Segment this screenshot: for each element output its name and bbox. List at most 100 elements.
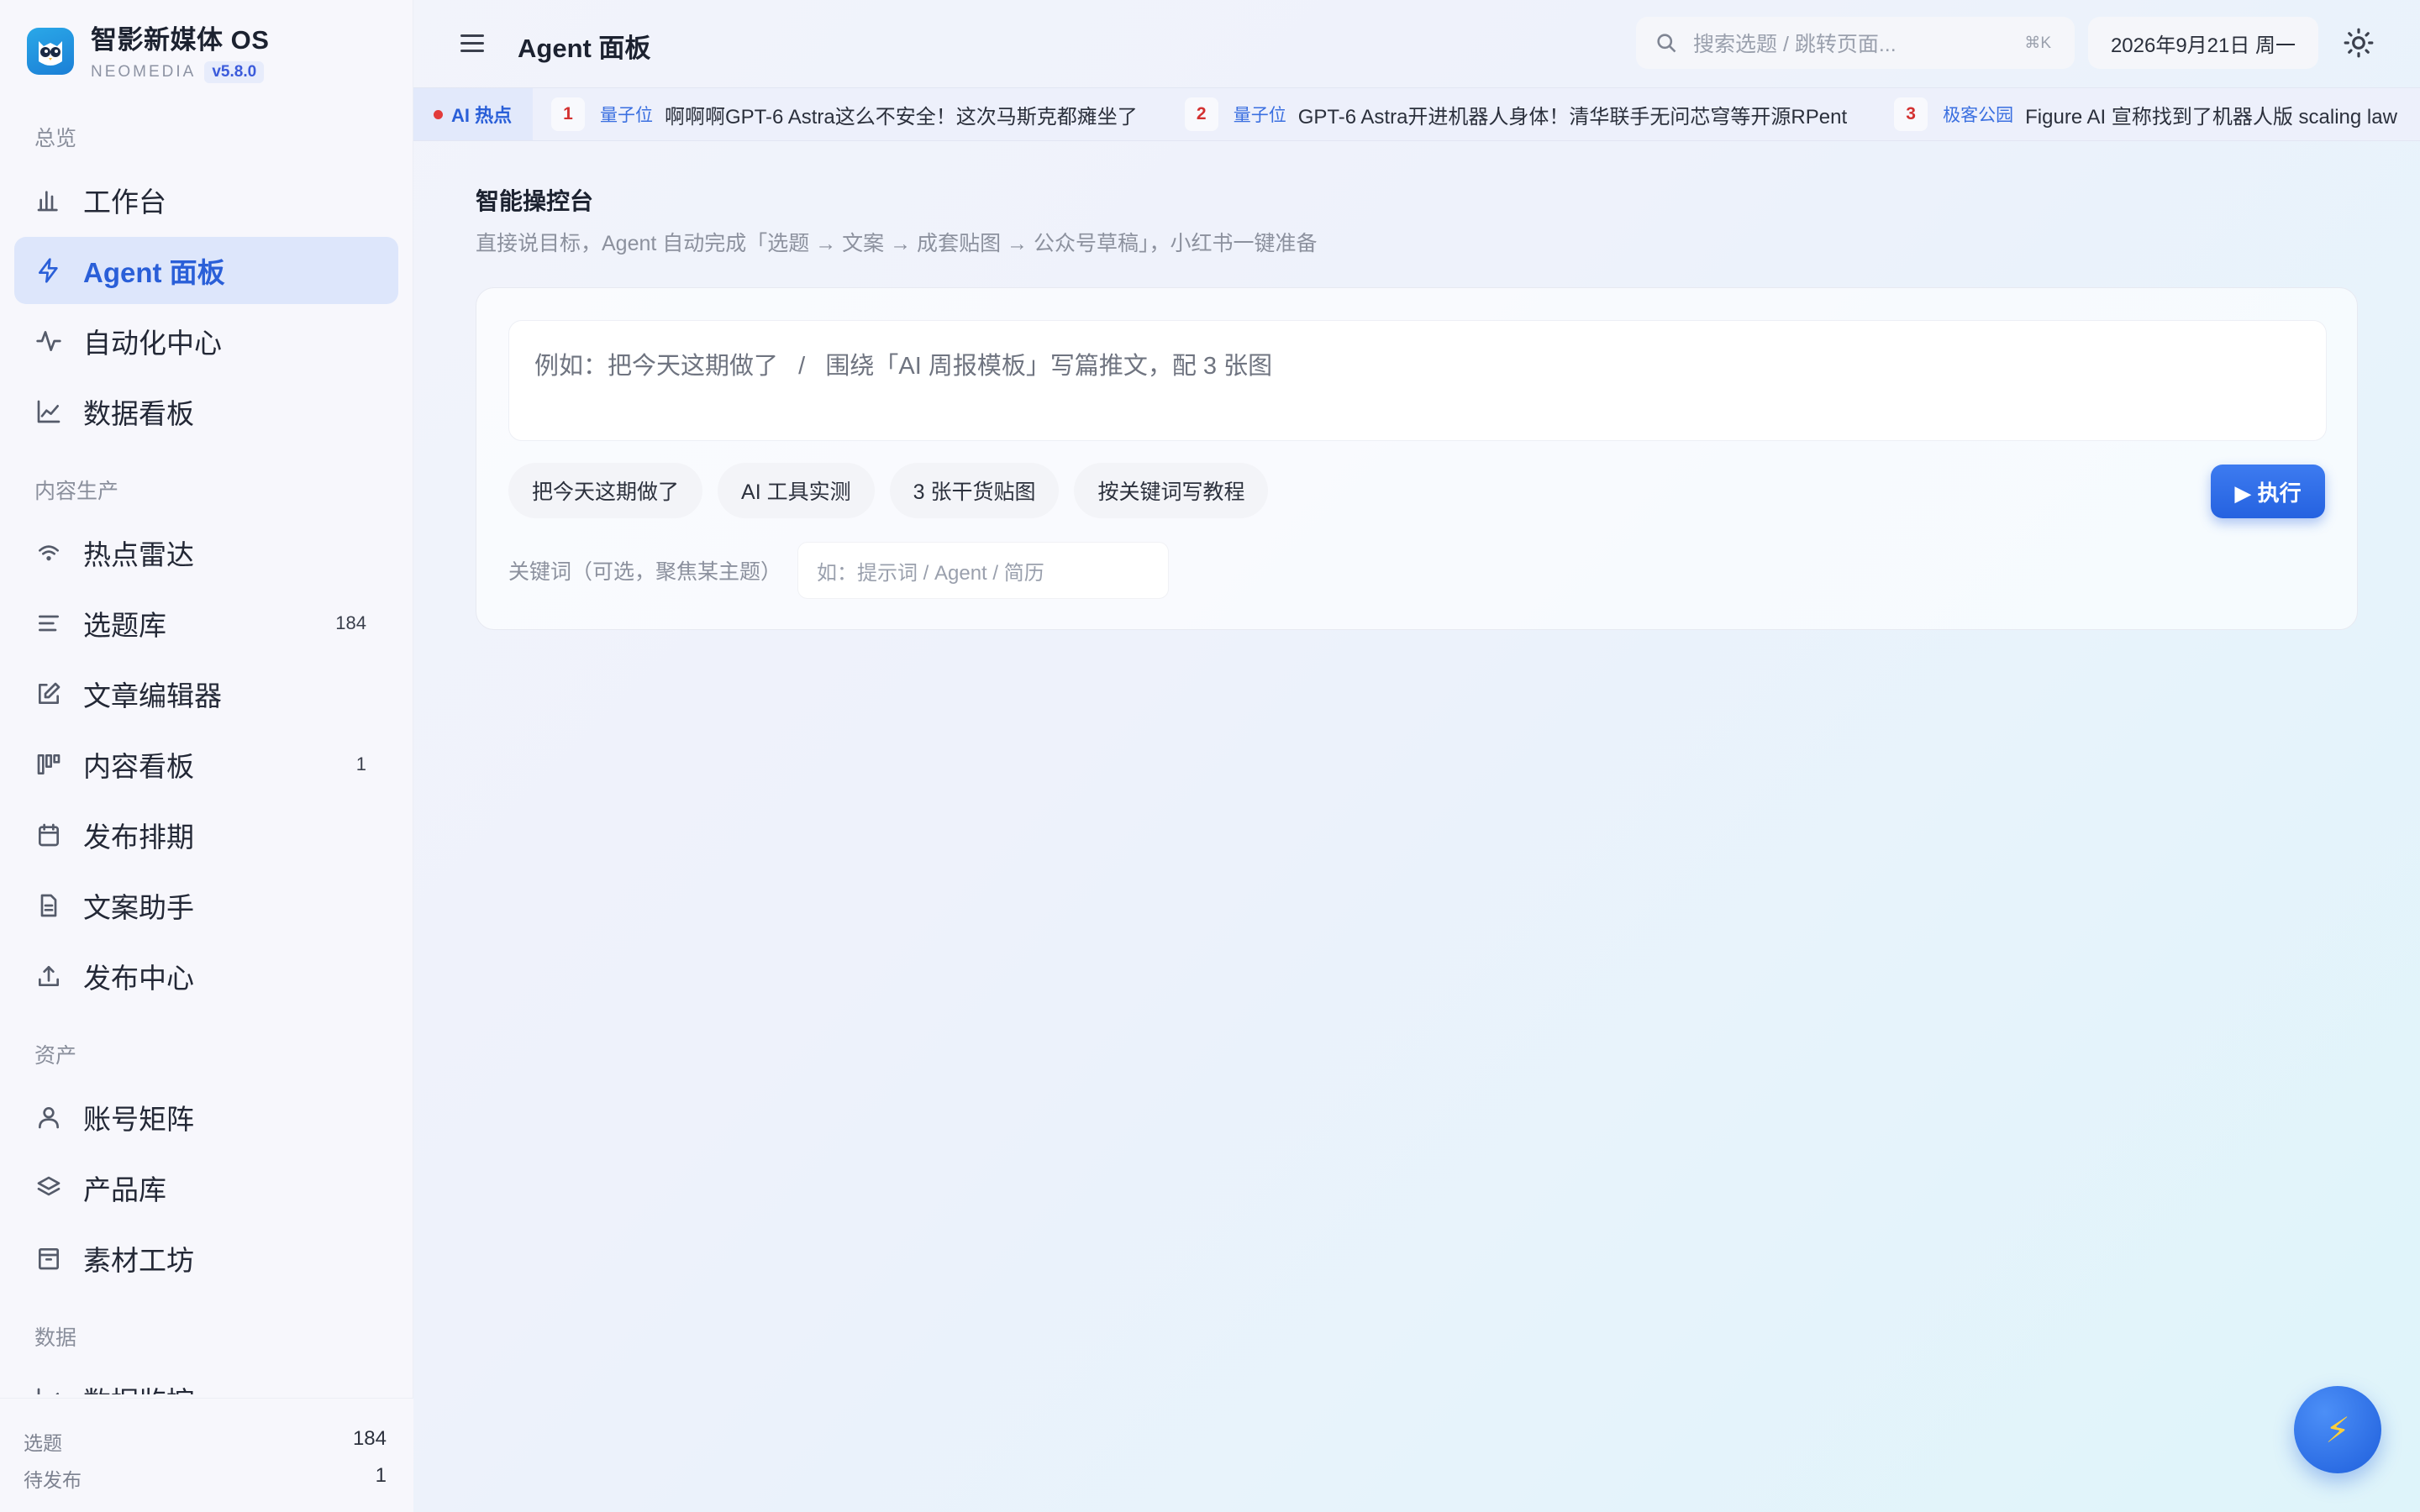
ticker-item[interactable]: 2 量子位 GPT-6 Astra开进机器人身体！清华联手无问芯穹等开源RPent: [1166, 97, 1847, 131]
sidebar-item-label: 账号矩阵: [83, 1104, 194, 1135]
sidebar-item[interactable]: 工作台: [14, 166, 398, 234]
archive-icon: [34, 1244, 63, 1273]
prompt-placeholder: 例如：把今天这期做了 / 围绕「AI 周报模板」写篇推文，配 3 张图: [534, 353, 1273, 380]
sidebar-item-label: 文案助手: [83, 892, 194, 923]
search-input[interactable]: 搜索选题 / 跳转页面... ⌘K: [1636, 17, 2075, 69]
theme-toggle-button[interactable]: [2343, 27, 2376, 60]
ticker-source: 量子位: [600, 106, 653, 125]
topbar: Agent 面板 搜索选题 / 跳转页面... ⌘K 2026年9月21日 周一: [413, 0, 2420, 87]
sun-icon: [2344, 28, 2374, 58]
quick-prompt-chip[interactable]: 3 张干货贴图: [889, 463, 1060, 518]
page-title: Agent 面板: [518, 34, 651, 63]
owl-logo-icon: [27, 27, 74, 75]
footer-stat-value: 1: [375, 1464, 387, 1487]
nav-section-heading: 数据: [34, 1326, 77, 1350]
sidebar-item-label: 数据看板: [83, 398, 194, 429]
brand-subtitle: NEOMEDIA: [91, 63, 197, 81]
hot-news-ticker: AI 热点 1 量子位 啊啊啊GPT-6 Astra这么不安全！这次马斯克都瘫坐了 2…: [413, 87, 2420, 141]
sidebar-item-label: 工作台: [83, 186, 166, 218]
sidebar-item[interactable]: 数据看板: [14, 378, 398, 445]
sidebar-item[interactable]: 发布排期: [14, 801, 398, 869]
sidebar-item[interactable]: 数据监控: [14, 1366, 398, 1394]
menu-toggle-button[interactable]: [457, 29, 487, 59]
user-icon: [34, 1103, 63, 1131]
ticker-title: Figure AI 宣称找到了机器人版 scaling law: [2025, 105, 2397, 129]
sidebar-item-label: Agent 面板: [83, 257, 225, 288]
quick-prompt-chip[interactable]: 按关键词写教程: [1074, 463, 1269, 518]
ticker-source: 量子位: [1233, 106, 1286, 125]
document-icon: [34, 891, 63, 920]
ticker-title: GPT-6 Astra开进机器人身体！清华联手无问芯穹等开源RPent: [1297, 105, 1848, 129]
sidebar: 智影新媒体 OS NEOMEDIA v5.8.0 总览工作台 Agent 面板 自动…: [0, 0, 413, 1512]
sidebar-item[interactable]: 内容看板 1: [14, 731, 398, 798]
sidebar-item-label: 素材工坊: [83, 1245, 194, 1276]
line-chart-icon: [34, 397, 63, 426]
section-title: 智能操控台: [476, 188, 594, 214]
sidebar-item-label: 自动化中心: [83, 328, 222, 359]
footer-stat-topics: 选题 184: [24, 1427, 387, 1456]
kanban-icon: [34, 750, 63, 779]
sidebar-item[interactable]: 产品库: [14, 1154, 398, 1221]
sidebar-item[interactable]: 账号矩阵: [14, 1084, 398, 1151]
edit-icon: [34, 680, 63, 708]
quick-prompt-chip[interactable]: 把今天这期做了: [508, 463, 703, 518]
version-badge: v5.8.0: [204, 61, 265, 83]
lightning-icon: ⚡: [2325, 1410, 2350, 1450]
ticker-item[interactable]: 3 极客公园 Figure AI 宣称找到了机器人版 scaling law: [1876, 97, 2397, 131]
footer-stat-pending: 待发布 1: [24, 1464, 387, 1493]
sidebar-item-count: 1: [355, 753, 366, 774]
sidebar-item[interactable]: 热点雷达: [14, 519, 398, 586]
ticker-source: 极客公园: [1943, 106, 2014, 125]
sidebar-item[interactable]: 选题库 184: [14, 590, 398, 657]
sidebar-item-label: 发布排期: [83, 822, 194, 853]
ticker-label: AI 热点: [413, 88, 533, 140]
layers-icon: [34, 1173, 63, 1202]
sidebar-item-label: 选题库: [83, 610, 166, 641]
bar-chart-icon: [34, 186, 63, 214]
footer-stat-label: 待发布: [24, 1469, 82, 1491]
search-icon: [1657, 34, 1676, 53]
quick-prompt-chip[interactable]: AI 工具实测: [718, 463, 875, 518]
brand-title: 智影新媒体 OS: [91, 25, 270, 55]
sidebar-footer: 选题 184 待发布 1: [0, 1398, 413, 1512]
sidebar-item[interactable]: Agent 面板: [14, 237, 398, 304]
footer-stat-label: 选题: [24, 1432, 62, 1454]
sidebar-item[interactable]: 自动化中心: [14, 307, 398, 375]
sidebar-item[interactable]: 素材工坊: [14, 1225, 398, 1292]
ticker-track: 1 量子位 啊啊啊GPT-6 Astra这么不安全！这次马斯克都瘫坐了 2 量子位 GPT…: [533, 88, 2420, 140]
footer-stat-value: 184: [352, 1427, 387, 1450]
prompt-input[interactable]: 例如：把今天这期做了 / 围绕「AI 周报模板」写篇推文，配 3 张图: [508, 320, 2327, 441]
brand[interactable]: 智影新媒体 OS NEOMEDIA v5.8.0: [27, 18, 269, 83]
sidebar-item[interactable]: 文案助手: [14, 872, 398, 939]
date-display: 2026年9月21日 周一: [2088, 17, 2318, 69]
sidebar-item-label: 发布中心: [83, 963, 194, 994]
keyword-placeholder: 如：提示词 / Agent / 简历: [817, 561, 1044, 585]
sidebar-item-label: 文章编辑器: [83, 680, 222, 711]
nav-section-heading: 内容生产: [34, 480, 119, 503]
sidebar-item[interactable]: 发布中心: [14, 942, 398, 1010]
sidebar-nav: 总览工作台 Agent 面板 自动化中心数据看板内容生产热点雷达 选题库 184 文章编辑…: [0, 84, 413, 1394]
quick-prompt-chips: 把今天这期做了 AI 工具实测 3 张干货贴图 按关键词写教程: [508, 463, 1283, 518]
ticker-rank: 3: [1894, 97, 1928, 131]
quick-action-button[interactable]: ⚡: [2294, 1386, 2381, 1473]
line-chart-icon: [34, 1385, 63, 1394]
keyword-label: 关键词（可选，聚焦某主题）: [508, 560, 782, 584]
wifi-icon: [34, 538, 63, 567]
lightning-icon: [34, 256, 63, 285]
sidebar-item-label: 内容看板: [83, 751, 194, 782]
upload-icon: [34, 962, 63, 990]
search-placeholder: 搜索选题 / 跳转页面...: [1693, 33, 1897, 56]
run-button[interactable]: ▶ 执行: [2211, 465, 2325, 518]
section-subtitle: 直接说目标，Agent 自动完成「选题 → 文案 → 成套贴图 → 公众号草稿」…: [476, 232, 1318, 255]
activity-icon: [34, 327, 63, 355]
sidebar-item-label: 产品库: [83, 1174, 166, 1205]
keyword-input[interactable]: 如：提示词 / Agent / 简历: [797, 542, 1169, 599]
search-shortcut: ⌘K: [2024, 34, 2051, 52]
nav-section-heading: 总览: [34, 127, 77, 150]
sidebar-item[interactable]: 文章编辑器: [14, 660, 398, 727]
ticker-rank: 2: [1184, 97, 1218, 131]
nav-section-heading: 资产: [34, 1044, 77, 1068]
ticker-title: 啊啊啊GPT-6 Astra这么不安全！这次马斯克都瘫坐了: [665, 105, 1138, 129]
ticker-rank: 1: [551, 97, 585, 131]
ticker-item[interactable]: 1 量子位 啊啊啊GPT-6 Astra这么不安全！这次马斯克都瘫坐了: [533, 97, 1138, 131]
